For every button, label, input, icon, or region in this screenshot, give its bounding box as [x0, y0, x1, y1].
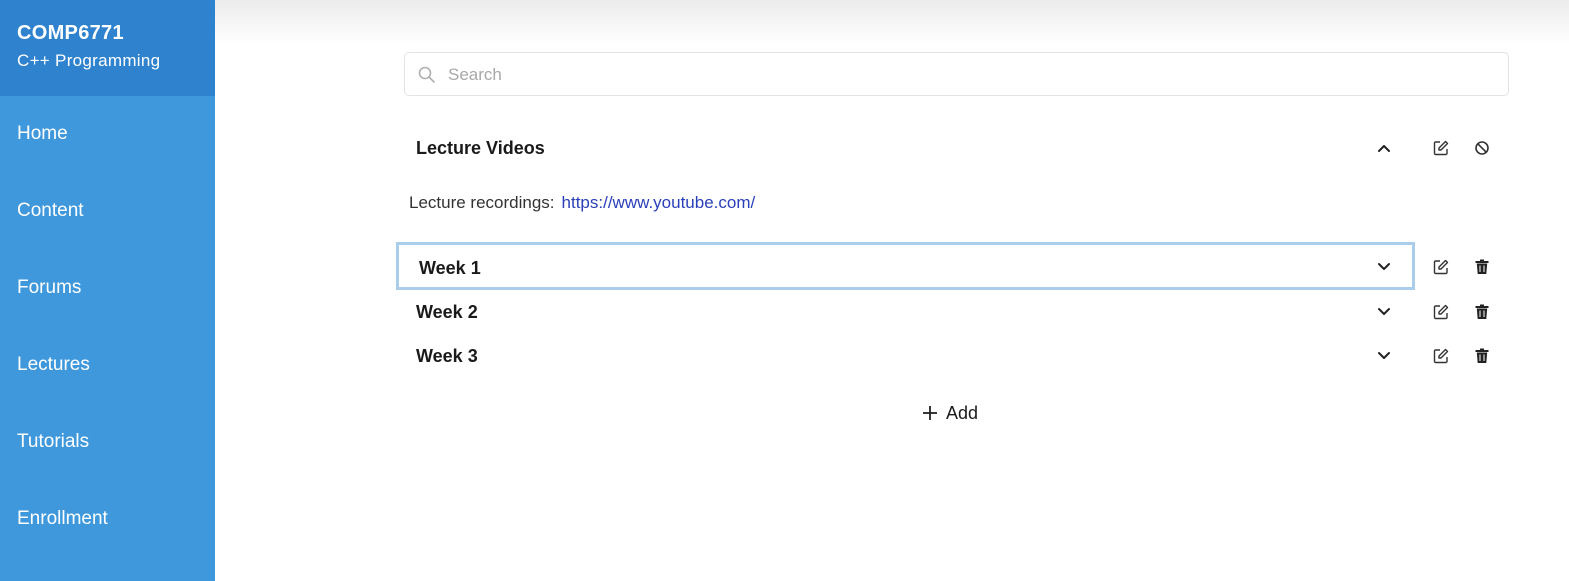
sidebar-item-tutorials[interactable]: Tutorials — [17, 431, 89, 453]
edit-week-1-button[interactable] — [1429, 255, 1453, 279]
chevron-down-icon — [1378, 263, 1390, 270]
recordings-link[interactable]: https://www.youtube.com/ — [562, 193, 756, 212]
week-row-3[interactable]: Week 3 — [396, 334, 1415, 382]
trash-icon — [1475, 259, 1489, 274]
search-input[interactable] — [448, 62, 1488, 88]
collapse-button[interactable] — [1372, 136, 1396, 160]
chevron-down-icon — [1378, 308, 1390, 315]
search-bar — [404, 52, 1509, 96]
delete-week-1-button[interactable] — [1470, 255, 1494, 279]
edit-icon — [1433, 348, 1449, 364]
edit-week-2-button[interactable] — [1429, 300, 1453, 324]
sidebar-item-home[interactable]: Home — [17, 123, 68, 145]
top-bar — [215, 0, 1569, 44]
course-header[interactable]: COMP6771 C++ Programming — [0, 0, 215, 96]
section-description: Lecture recordings: https://www.youtube.c… — [409, 193, 755, 213]
chevron-up-icon — [1378, 145, 1390, 152]
disable-section-button[interactable] — [1470, 136, 1494, 160]
search-icon — [418, 66, 435, 83]
sidebar-item-content[interactable]: Content — [17, 200, 84, 222]
week-label: Week 3 — [416, 346, 478, 366]
week-label: Week 2 — [416, 302, 478, 322]
edit-icon — [1433, 140, 1449, 156]
expand-week-2-button[interactable] — [1372, 300, 1396, 324]
week-label: Week 1 — [419, 258, 481, 278]
description-label: Lecture recordings: — [409, 193, 555, 212]
course-name: C++ Programming — [17, 51, 161, 70]
edit-icon — [1433, 304, 1449, 320]
chevron-down-icon — [1378, 352, 1390, 359]
trash-icon — [1475, 348, 1489, 363]
delete-week-3-button[interactable] — [1470, 344, 1494, 368]
plus-icon — [923, 406, 937, 420]
edit-week-3-button[interactable] — [1429, 344, 1453, 368]
edit-section-button[interactable] — [1429, 136, 1453, 160]
edit-icon — [1433, 259, 1449, 275]
week-row-1[interactable]: Week 1 — [396, 242, 1415, 290]
expand-week-1-button[interactable] — [1372, 255, 1396, 279]
section-title: Lecture Videos — [416, 138, 545, 158]
ban-icon — [1475, 141, 1489, 155]
add-label: Add — [946, 402, 979, 423]
delete-week-2-button[interactable] — [1470, 300, 1494, 324]
week-row-2[interactable]: Week 2 — [396, 290, 1415, 338]
sidebar: COMP6771 C++ Programming Home Content Fo… — [0, 0, 215, 581]
expand-week-3-button[interactable] — [1372, 344, 1396, 368]
sidebar-item-forums[interactable]: Forums — [17, 277, 81, 299]
course-code: COMP6771 — [17, 22, 124, 44]
sidebar-item-enrollment[interactable]: Enrollment — [17, 508, 108, 530]
trash-icon — [1475, 304, 1489, 319]
app: COMP6771 C++ Programming Home Content Fo… — [0, 0, 1569, 581]
add-button[interactable]: Add — [922, 400, 978, 426]
sidebar-item-lectures[interactable]: Lectures — [17, 354, 90, 376]
